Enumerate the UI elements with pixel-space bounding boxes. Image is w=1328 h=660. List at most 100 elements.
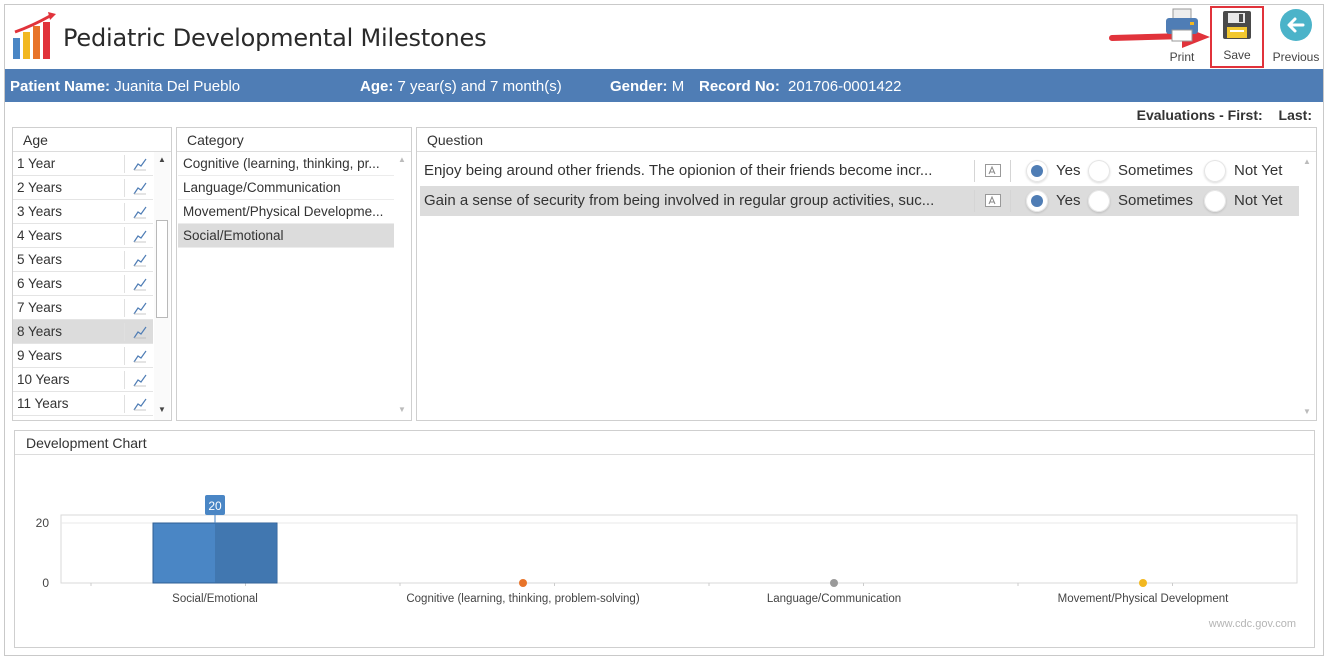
age-item-7-years[interactable]: 7 Years [13, 296, 153, 320]
scroll-down-icon[interactable]: ▼ [155, 403, 169, 417]
x-category-label: Social/Emotional [172, 593, 258, 605]
data-point[interactable] [1139, 579, 1147, 587]
age-item-2-years[interactable]: 2 Years [13, 176, 153, 200]
column-divider [974, 190, 975, 212]
watermark: www.cdc.gov.com [1208, 618, 1296, 630]
column-divider [124, 299, 125, 317]
line-chart-icon[interactable] [133, 349, 147, 363]
save-button[interactable]: Save [1210, 6, 1264, 68]
app-logo-icon [13, 12, 56, 59]
x-category-label: Language/Communication [767, 593, 901, 605]
radio-label: Yes [1056, 192, 1081, 209]
radio-label: Yes [1056, 162, 1081, 179]
scroll-thumb[interactable] [156, 220, 168, 318]
column-divider [124, 227, 125, 245]
app-title: Pediatric Developmental Milestones [63, 24, 487, 52]
y-tick-label: 0 [42, 576, 49, 590]
radio-label: Not Yet [1234, 192, 1283, 209]
age-item-label: 1 Year [17, 156, 56, 171]
age-list: 1 Year 2 Years 3 Years 4 Years 5 Years 6 Year… [13, 152, 171, 420]
radio-circle-icon[interactable] [1026, 160, 1048, 182]
category-item-social-emotional[interactable]: Social/Emotional [178, 224, 394, 248]
question-panel-header: Question [417, 128, 1316, 152]
line-chart-icon[interactable] [133, 253, 147, 267]
age-item-6-years[interactable]: 6 Years [13, 272, 153, 296]
x-category-label: Cognitive (learning, thinking, problem-s… [406, 593, 639, 605]
scroll-down-icon[interactable]: ▼ [395, 403, 409, 417]
column-divider [124, 179, 125, 197]
patient-age-label: Age: [360, 78, 394, 95]
line-chart-icon[interactable] [133, 181, 147, 195]
line-chart-icon[interactable] [133, 277, 147, 291]
column-divider [124, 251, 125, 269]
patient-info-bar: Patient Name: Juanita Del Pueblo Age: 7 … [5, 69, 1323, 102]
radio-circle-icon[interactable] [1204, 160, 1226, 182]
column-divider [1010, 190, 1011, 212]
column-divider [124, 203, 125, 221]
radio-circle-icon[interactable] [1026, 190, 1048, 212]
age-item-label: 4 Years [17, 228, 63, 243]
development-chart: 0 20 20 Social/Emotional Cognitive (learning… [36, 495, 1298, 605]
line-chart-icon[interactable] [133, 325, 147, 339]
question-scrollbar[interactable]: ▲ ▼ [1299, 152, 1315, 420]
line-chart-icon[interactable] [133, 229, 147, 243]
category-item-language-communication[interactable]: Language/Communication [178, 176, 394, 200]
age-item-1-year[interactable]: 1 Year [13, 152, 153, 176]
previous-label: Previous [1272, 50, 1320, 64]
previous-button[interactable]: Previous [1268, 8, 1324, 68]
question-text: Gain a sense of security from being invo… [424, 192, 935, 209]
scroll-up-icon[interactable]: ▲ [155, 153, 169, 167]
age-item-4-years[interactable]: 4 Years [13, 224, 153, 248]
evaluations-summary: Evaluations - First: Last: [1133, 107, 1312, 123]
save-label: Save [1223, 48, 1251, 62]
patient-record: Record No: 201706-0001422 [699, 78, 901, 95]
print-button[interactable]: Print [1156, 8, 1208, 68]
age-item-5-years[interactable]: 5 Years [13, 248, 153, 272]
print-label: Print [1169, 50, 1195, 64]
data-point[interactable] [830, 579, 838, 587]
question-row[interactable]: Enjoy being around other friends. The op… [420, 156, 1300, 186]
radio-label: Not Yet [1234, 162, 1283, 179]
category-item-cognitive-learning-thinking-pr[interactable]: Cognitive (learning, thinking, pr... [178, 152, 394, 176]
age-item-11-years[interactable]: 11 Years [13, 392, 153, 416]
age-scrollbar[interactable]: ▲ ▼ [154, 152, 170, 420]
age-item-8-years[interactable]: 8 Years [13, 320, 153, 344]
age-item-label: 11 Years [17, 396, 69, 411]
line-chart-icon[interactable] [133, 373, 147, 387]
column-divider [124, 395, 125, 413]
patient-gender-value: M [671, 78, 685, 95]
age-item-10-years[interactable]: 10 Years [13, 368, 153, 392]
age-item-9-years[interactable]: 9 Years [13, 344, 153, 368]
scroll-up-icon[interactable]: ▲ [1300, 155, 1314, 169]
note-icon[interactable] [985, 194, 1001, 207]
age-item-label: 9 Years [17, 348, 63, 363]
bar-shade [215, 524, 276, 583]
category-scrollbar[interactable]: ▲ ▼ [394, 152, 410, 420]
radio-circle-icon[interactable] [1088, 190, 1110, 212]
note-icon[interactable] [985, 164, 1001, 177]
age-item-3-years[interactable]: 3 Years [13, 200, 153, 224]
radio-circle-icon[interactable] [1204, 190, 1226, 212]
radio-label: Sometimes [1118, 192, 1194, 209]
scroll-down-icon[interactable]: ▼ [1300, 405, 1314, 419]
evaluations-first-label: Evaluations - First: [1136, 107, 1263, 123]
back-arrow-icon [1280, 9, 1312, 41]
age-item-label: 7 Years [17, 300, 63, 315]
column-divider [1010, 160, 1011, 182]
line-chart-icon[interactable] [133, 301, 147, 315]
line-chart-icon[interactable] [133, 205, 147, 219]
radio-label: Sometimes [1118, 162, 1194, 179]
column-divider [124, 371, 125, 389]
radio-circle-icon[interactable] [1088, 160, 1110, 182]
printer-icon [1166, 8, 1198, 42]
column-divider [124, 155, 125, 173]
category-list: Cognitive (learning, thinking, pr... Lang… [177, 152, 411, 420]
category-item-movement-physical-developme[interactable]: Movement/Physical Developme... [178, 200, 394, 224]
x-category-label: Movement/Physical Development [1058, 593, 1229, 605]
line-chart-icon[interactable] [133, 397, 147, 411]
question-row[interactable]: Gain a sense of security from being invo… [420, 186, 1300, 216]
data-point[interactable] [519, 579, 527, 587]
column-divider [124, 275, 125, 293]
scroll-up-icon[interactable]: ▲ [395, 153, 409, 167]
line-chart-icon[interactable] [133, 157, 147, 171]
